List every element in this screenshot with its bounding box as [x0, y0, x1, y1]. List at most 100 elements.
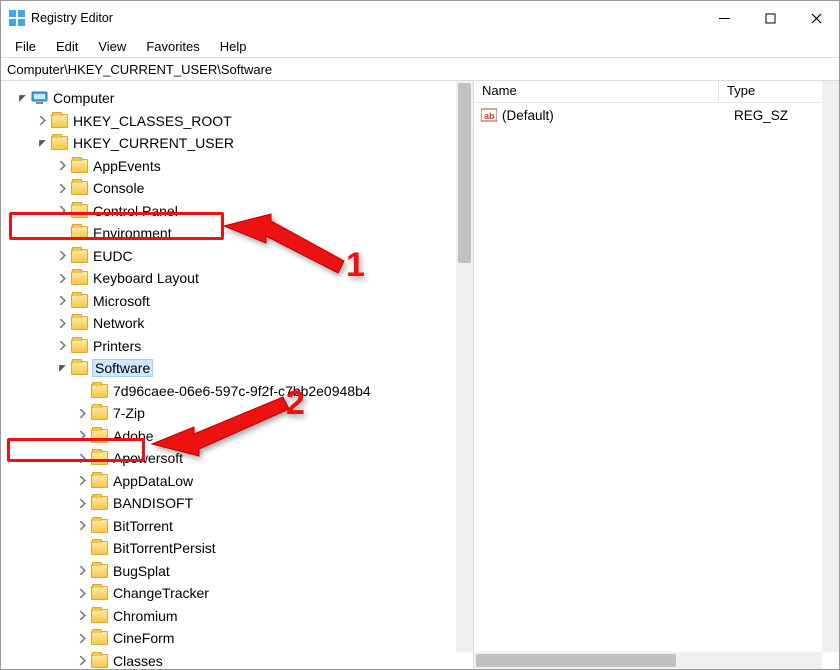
tree-vertical-scrollbar[interactable] — [456, 81, 473, 652]
tree-subkey[interactable]: BANDISOFT — [5, 492, 473, 515]
chevron-icon[interactable] — [55, 361, 69, 375]
minimize-button[interactable] — [701, 1, 747, 35]
tree-node-label: AppDataLow — [113, 473, 193, 489]
chevron-icon[interactable] — [55, 294, 69, 308]
chevron-icon[interactable] — [75, 406, 89, 420]
chevron-icon[interactable] — [75, 451, 89, 465]
tree-node-label: Microsoft — [93, 293, 150, 309]
folder-icon — [91, 564, 108, 578]
tree-node-label: Classes — [113, 653, 163, 669]
column-header-type[interactable]: Type — [719, 81, 839, 102]
chevron-icon[interactable] — [55, 316, 69, 330]
chevron-icon[interactable] — [75, 586, 89, 600]
chevron-icon[interactable] — [55, 271, 69, 285]
tree-subkey[interactable]: BitTorrent — [5, 515, 473, 538]
tree-key[interactable]: Printers — [5, 335, 473, 358]
tree-node-label: Control Panel — [93, 203, 178, 219]
tree-node-label: Chromium — [113, 608, 178, 624]
folder-icon — [91, 451, 108, 465]
tree-node-label: 7-Zip — [113, 405, 145, 421]
tree-node-label: ChangeTracker — [113, 585, 209, 601]
tree-node-label: Software — [93, 360, 152, 376]
tree-node-label: Network — [93, 315, 144, 331]
computer-icon — [31, 91, 48, 105]
menu-help[interactable]: Help — [212, 37, 255, 56]
address-path: Computer\HKEY_CURRENT_USER\Software — [7, 62, 272, 77]
tree-subkey[interactable]: BitTorrentPersist — [5, 537, 473, 560]
tree-scroll[interactable]: Computer HKEY_CLASSES_ROOT HKEY_CURRENT_… — [1, 81, 473, 669]
tree-subkey[interactable]: CineForm — [5, 627, 473, 650]
column-header-name[interactable]: Name — [474, 81, 719, 102]
tree-vertical-thumb[interactable] — [458, 83, 471, 263]
tree-subkey[interactable]: ChangeTracker — [5, 582, 473, 605]
chevron-icon[interactable] — [75, 654, 89, 668]
tree-subkey[interactable]: AppDataLow — [5, 470, 473, 493]
chevron-icon[interactable] — [75, 474, 89, 488]
tree-node-label: BitTorrentPersist — [113, 540, 216, 556]
folder-icon — [71, 204, 88, 218]
value-row[interactable]: ab (Default) REG_SZ — [474, 105, 839, 125]
tree-key[interactable]: AppEvents — [5, 155, 473, 178]
list-pane: Name Type ab (Default) REG_SZ — [474, 81, 839, 669]
chevron-icon[interactable] — [75, 631, 89, 645]
annotation-arrow-2 — [144, 394, 294, 459]
chevron-icon[interactable] — [55, 226, 69, 240]
chevron-icon[interactable] — [75, 541, 89, 555]
tree-key[interactable]: Network — [5, 312, 473, 335]
tree-key[interactable]: Console — [5, 177, 473, 200]
chevron-icon[interactable] — [55, 339, 69, 353]
tree-node-label: AppEvents — [93, 158, 161, 174]
main-split: Computer HKEY_CLASSES_ROOT HKEY_CURRENT_… — [1, 81, 839, 669]
folder-icon — [71, 181, 88, 195]
value-type: REG_SZ — [734, 108, 788, 123]
menu-edit[interactable]: Edit — [48, 37, 86, 56]
tree-node-label: BugSplat — [113, 563, 170, 579]
tree-hive[interactable]: HKEY_CLASSES_ROOT — [5, 110, 473, 133]
close-button[interactable] — [793, 1, 839, 35]
chevron-icon[interactable] — [55, 159, 69, 173]
folder-icon — [91, 429, 108, 443]
menu-file[interactable]: File — [7, 37, 44, 56]
menu-favorites[interactable]: Favorites — [138, 37, 207, 56]
folder-icon — [51, 114, 68, 128]
tree-subkey[interactable]: Classes — [5, 650, 473, 670]
tree-node-label: Keyboard Layout — [93, 270, 199, 286]
list-body: ab (Default) REG_SZ — [474, 103, 839, 669]
chevron-icon[interactable] — [75, 496, 89, 510]
tree-key[interactable]: Microsoft — [5, 290, 473, 313]
folder-icon — [91, 586, 108, 600]
app-icon — [9, 10, 25, 26]
chevron-icon[interactable] — [75, 564, 89, 578]
chevron-icon[interactable] — [35, 114, 49, 128]
tree-node-label: Printers — [93, 338, 141, 354]
address-bar[interactable]: Computer\HKEY_CURRENT_USER\Software — [1, 57, 839, 81]
list-vertical-scrollbar[interactable] — [822, 81, 839, 652]
chevron-icon[interactable] — [75, 429, 89, 443]
folder-icon — [71, 361, 88, 375]
menu-view[interactable]: View — [90, 37, 134, 56]
list-horizontal-scrollbar[interactable] — [474, 652, 822, 669]
tree-node-label: Environment — [93, 225, 172, 241]
tree-subkey[interactable]: BugSplat — [5, 560, 473, 583]
tree-hive[interactable]: HKEY_CURRENT_USER — [5, 132, 473, 155]
tree-root[interactable]: Computer — [5, 87, 473, 110]
maximize-button[interactable] — [747, 1, 793, 35]
chevron-icon[interactable] — [75, 519, 89, 533]
tree-key[interactable]: Software — [5, 357, 473, 380]
folder-icon — [91, 519, 108, 533]
chevron-icon[interactable] — [15, 91, 29, 105]
folder-icon — [71, 316, 88, 330]
folder-icon — [71, 226, 88, 240]
chevron-icon[interactable] — [75, 609, 89, 623]
window: Registry Editor File Edit View Favorites… — [0, 0, 840, 670]
list-horizontal-thumb[interactable] — [476, 654, 676, 667]
chevron-icon[interactable] — [55, 181, 69, 195]
chevron-icon[interactable] — [35, 136, 49, 150]
titlebar: Registry Editor — [1, 1, 839, 35]
svg-text:ab: ab — [484, 111, 495, 121]
chevron-icon[interactable] — [55, 249, 69, 263]
chevron-icon[interactable] — [55, 204, 69, 218]
chevron-icon[interactable] — [75, 384, 89, 398]
tree-subkey[interactable]: Chromium — [5, 605, 473, 628]
tree-node-label: BitTorrent — [113, 518, 173, 534]
